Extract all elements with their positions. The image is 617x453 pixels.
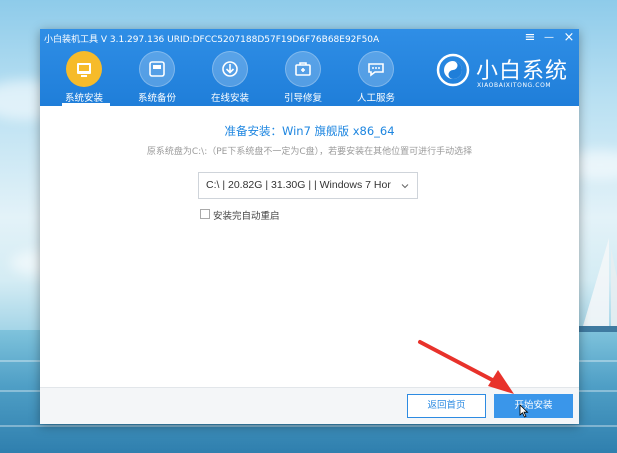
online-install-icon [212,51,248,87]
nav-item-system-install[interactable]: 系统安装 [54,47,114,106]
partition-select[interactable]: C:\ | 20.82G | 31.30G | | Windows 7 Hor [198,172,418,199]
auto-restart-checkbox[interactable] [200,209,210,219]
menu-button[interactable]: ≡ [522,30,538,46]
nav-label: 系统备份 [137,93,176,104]
mouse-cursor-icon [519,404,529,418]
system-backup-icon [139,51,175,87]
boot-repair-icon [285,51,321,87]
installer-window: 小白装机工具 V 3.1.297.136 URID:DFCC5207188D57… [40,29,579,424]
back-home-button[interactable]: 返回首页 [407,394,486,418]
system-install-icon [66,51,102,87]
nav-label: 在线安装 [210,93,249,104]
sailboat-icon [579,238,617,332]
install-hint: 原系统盘为C:\:（PE下系统盘不一定为C盘），若要安装在其他位置可进行手动选择 [146,147,473,157]
auto-restart-label: 安装完自动重启 [213,211,280,222]
nav-label: 系统安装 [64,93,103,104]
nav-item-online-install[interactable]: 在线安装 [200,47,260,104]
nav-label: 人工服务 [356,93,395,104]
close-button[interactable]: × [561,30,577,46]
brand-name: 小白系统 [476,59,569,84]
footer-bar: 返回首页 开始安装 [40,387,579,424]
xiaobai-logo-icon [436,53,470,87]
chevron-down-icon [401,184,409,189]
install-panel: 准备安装：Win7 旗舰版 x86_64 原系统盘为C:\:（PE下系统盘不一定… [40,106,579,387]
start-install-button[interactable]: 开始安装 [494,394,573,418]
minimize-button[interactable]: — [541,30,557,46]
install-heading: 准备安装：Win7 旗舰版 x86_64 [224,124,395,138]
window-title: 小白装机工具 V 3.1.297.136 URID:DFCC5207188D57… [44,35,380,45]
nav-label: 引导修复 [283,93,322,104]
nav-item-boot-repair[interactable]: 引导修复 [273,47,333,104]
title-bar: 小白装机工具 V 3.1.297.136 URID:DFCC5207188D57… [40,29,579,106]
brand-subtitle: XIAOBAIXITONG.COM [477,82,552,89]
partition-select-value: C:\ | 20.82G | 31.30G | | Windows 7 Hor [206,179,391,191]
nav-item-system-backup[interactable]: 系统备份 [127,47,187,104]
brand: 小白系统 XIAOBAIXITONG.COM [436,51,569,99]
support-chat-icon [358,51,394,87]
nav-item-support[interactable]: 人工服务 [346,47,406,104]
